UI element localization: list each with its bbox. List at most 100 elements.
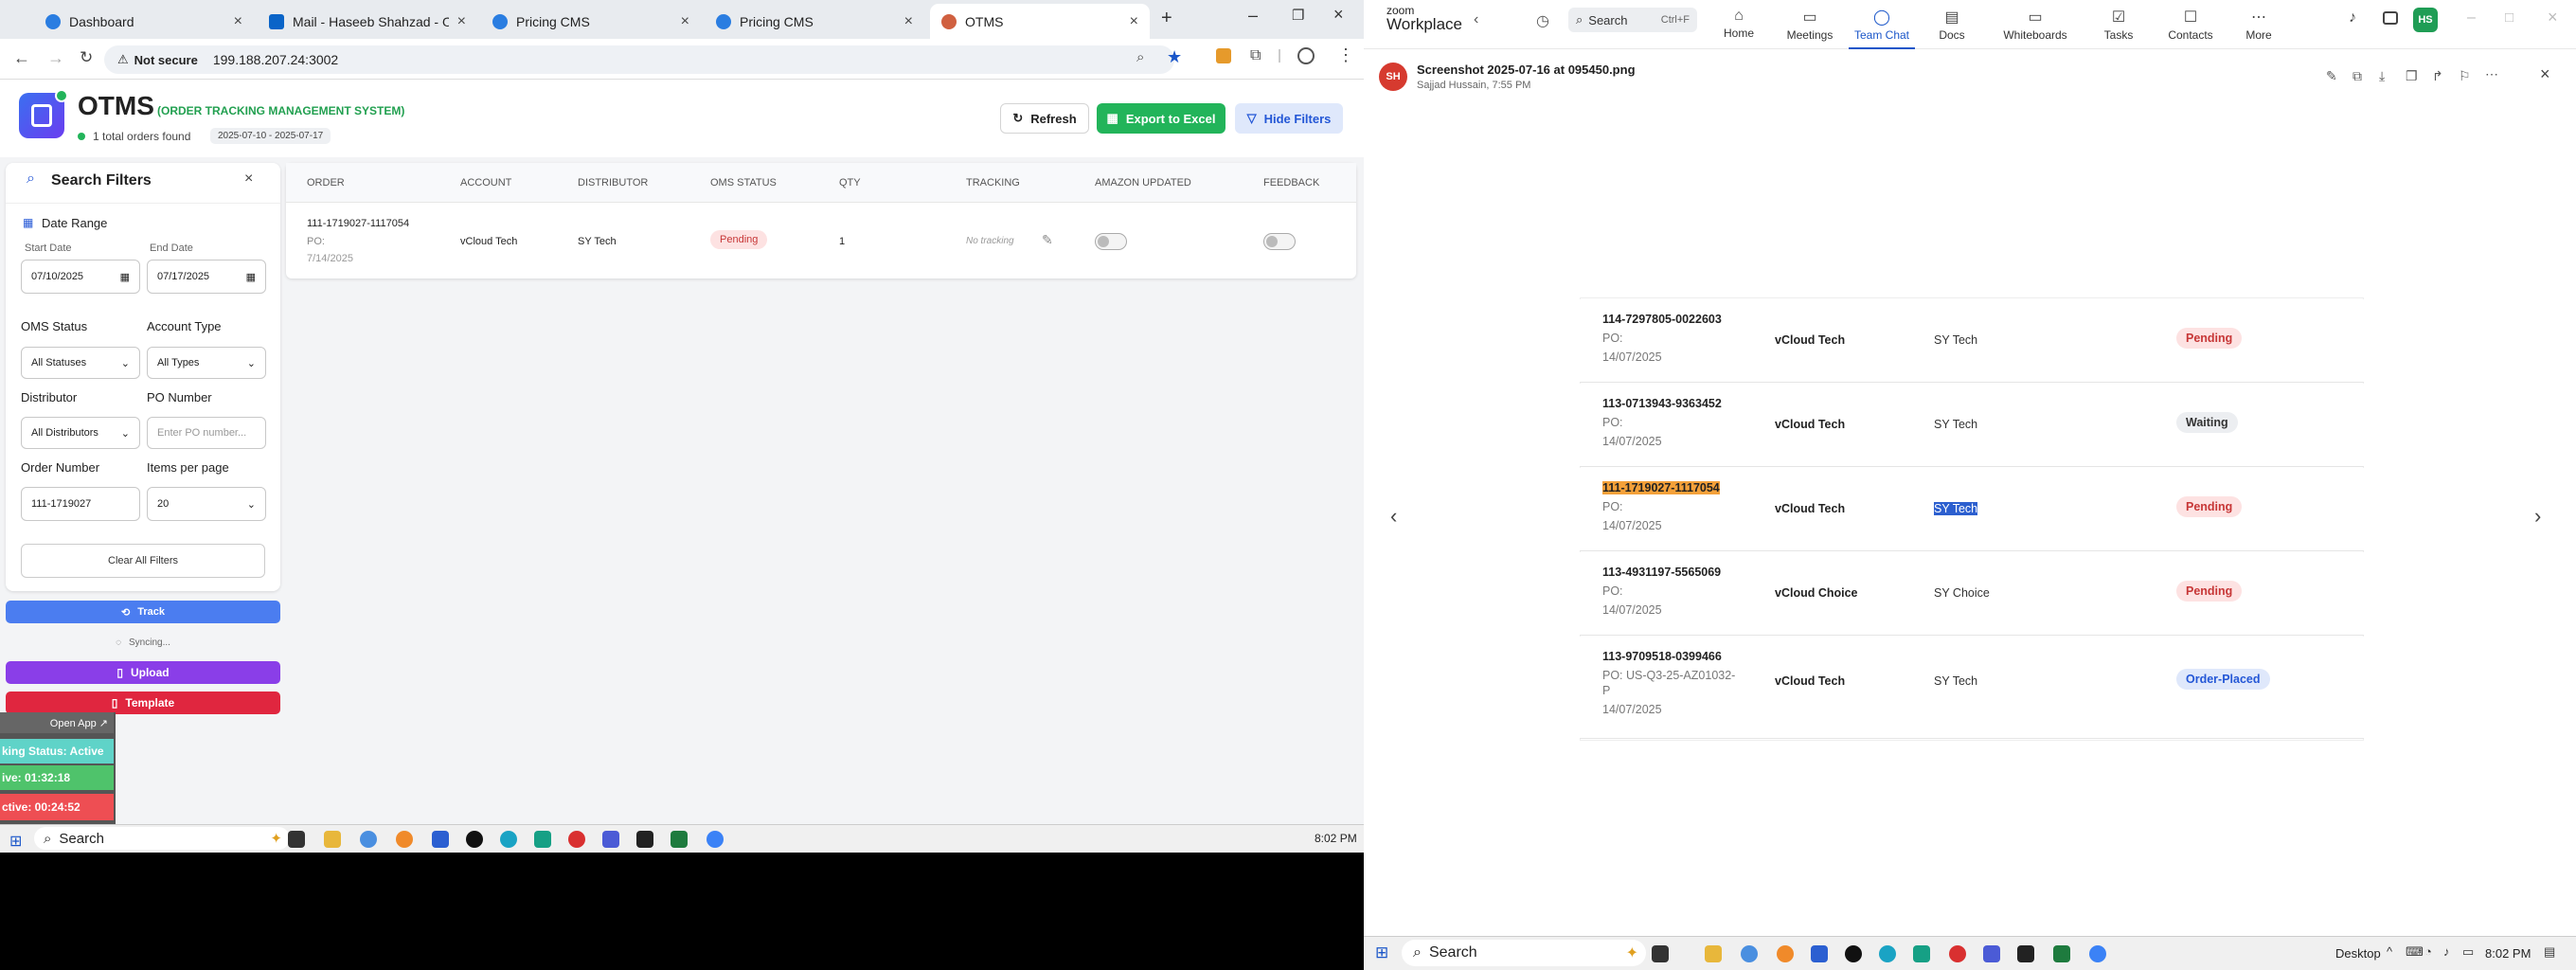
menu-kebab-icon[interactable]: ⋮ [1337,45,1354,65]
items-per-page-select[interactable]: 20 ⌄ [147,487,266,521]
template-button[interactable]: ▯ Template [6,692,280,714]
bell-icon[interactable]: ♪ [2349,9,2356,27]
close-tab-icon[interactable]: × [1130,13,1138,30]
media-icon[interactable] [1845,945,1862,962]
keyboard-icon[interactable]: ⌨ [2406,944,2424,960]
close-viewer-icon[interactable]: × [2540,64,2550,84]
bookmark-icon[interactable]: ⚐ [2459,68,2471,84]
account-type-select[interactable]: All Types ⌄ [147,347,266,379]
window-icon[interactable] [2383,11,2398,25]
file-explorer-icon[interactable] [324,831,341,848]
hide-filters-button[interactable]: ▽ Hide Filters [1235,103,1343,134]
chrome-icon[interactable] [2089,945,2106,962]
opera-icon[interactable] [568,831,585,848]
minimize-button[interactable]: – [2467,9,2476,27]
omnibox[interactable]: ⚠ Not secure 199.188.207.24:3002 [104,45,1174,74]
terminal-icon[interactable] [636,831,653,848]
tab-pricing-cms-1[interactable]: Pricing CMS × [481,4,701,39]
tab-pricing-cms-2[interactable]: Pricing CMS × [705,4,924,39]
windows-start-icon[interactable]: ⊞ [9,832,22,851]
export-excel-button[interactable]: ▦ Export to Excel [1097,103,1225,134]
media-icon[interactable] [466,831,483,848]
feedback-toggle[interactable] [1263,233,1296,250]
row-order-number[interactable]: 111-1719027-1117054 [307,218,409,229]
firefox-icon[interactable] [1777,945,1794,962]
firefox-icon[interactable] [396,831,413,848]
close-tab-icon[interactable]: × [904,13,913,30]
history-icon[interactable]: ◷ [1536,11,1549,30]
app-icon[interactable] [1913,945,1930,962]
battery-icon[interactable]: ▭ [2462,944,2474,960]
restore-button[interactable]: ❐ [1292,7,1304,24]
nav-more[interactable]: ⋯ More [2226,8,2292,42]
profile-icon[interactable] [1297,47,1315,64]
zoom-app-icon[interactable] [432,831,449,848]
zoom-search-icon[interactable]: ⌕ [1136,49,1144,65]
maximize-button[interactable]: □ [2505,9,2513,26]
chrome-icon[interactable] [360,831,377,848]
nav-team-chat[interactable]: ◯ Team Chat [1849,8,1915,49]
refresh-button[interactable]: ↻ Refresh [1000,103,1089,134]
edit-pencil-icon[interactable]: ✎ [1042,232,1053,248]
app-icon[interactable] [602,831,619,848]
chrome-icon[interactable] [1741,945,1758,962]
bookmark-star-icon[interactable]: ★ [1167,47,1182,67]
nav-home[interactable]: ⌂ Home [1706,8,1772,40]
avatar[interactable]: HS [2413,8,2438,32]
po-number-input[interactable]: Enter PO number... [147,417,266,449]
terminal-icon[interactable] [2017,945,2034,962]
distributor-select[interactable]: All Distributors ⌄ [21,417,140,449]
share-icon[interactable]: ↱ [2432,68,2443,84]
clear-filters-button[interactable]: Clear All Filters [21,544,265,578]
nav-tasks[interactable]: ☑ Tasks [2085,8,2152,42]
next-image-icon[interactable]: › [2534,504,2541,529]
close-window-button[interactable]: × [2548,8,2558,27]
back-icon[interactable]: ← [13,48,30,68]
start-date-field[interactable]: 07/10/2025 ▦ [21,260,140,294]
chevron-up-icon[interactable]: ^ [2387,944,2392,959]
reload-icon[interactable]: ↻ [80,48,93,67]
open-app-button[interactable]: Open App ↗ [0,712,114,733]
extensions-puzzle-icon[interactable]: ⧉ [1250,47,1261,64]
nav-contacts[interactable]: ☐ Contacts [2157,8,2224,42]
windows-start-icon[interactable]: ⊞ [1375,943,1388,962]
tab-otms[interactable]: OTMS × [930,4,1150,39]
task-view-icon[interactable] [288,831,305,848]
network-icon[interactable]: ◔ [2424,944,2432,959]
excel-icon[interactable] [2053,945,2070,962]
close-tab-icon[interactable]: × [681,13,689,30]
amazon-updated-toggle[interactable] [1095,233,1127,250]
app-icon[interactable] [1983,945,2000,962]
speaker-icon[interactable]: ♪ [2443,944,2450,959]
opera-icon[interactable] [1949,945,1966,962]
end-date-field[interactable]: 07/17/2025 ▦ [147,260,266,294]
tab-dashboard[interactable]: Dashboard × [34,4,254,39]
app-icon[interactable] [1879,945,1896,962]
track-button[interactable]: ⟲ Track [6,601,280,623]
close-tab-icon[interactable]: × [234,13,242,30]
taskbar-search[interactable]: ⌕ Search ✦ [34,827,290,850]
forward-icon[interactable]: → [47,48,64,68]
oms-status-select[interactable]: All Statuses ⌄ [21,347,140,379]
close-window-button[interactable]: × [1333,5,1344,25]
zoom-app-icon[interactable] [1811,945,1828,962]
annotate-icon[interactable]: ✎ [2326,68,2337,84]
back-chevron-icon[interactable]: ‹ [1474,11,1478,28]
task-view-icon[interactable] [1652,945,1669,962]
more-options-icon[interactable]: ⋯ [2485,66,2498,82]
chrome-icon[interactable] [707,831,724,848]
copy-icon[interactable]: ❐ [2406,68,2418,84]
excel-icon[interactable] [671,831,688,848]
close-filters-icon[interactable]: × [244,171,253,188]
order-number-input[interactable]: 111-1719027 [21,487,140,521]
file-explorer-icon[interactable] [1705,945,1722,962]
tab-mail[interactable]: Mail - Haseeb Shahzad - Outlo× [258,4,477,39]
open-external-icon[interactable]: ⧉ [2352,68,2362,84]
upload-button[interactable]: ▯ Upload [6,661,280,684]
close-tab-icon[interactable]: × [457,13,466,30]
notification-icon[interactable]: ▤ [2544,944,2555,960]
app-icon[interactable] [534,831,551,848]
desktop-label[interactable]: Desktop [2335,946,2381,961]
minimize-button[interactable]: – [1248,6,1258,26]
prev-image-icon[interactable]: ‹ [1390,504,1397,529]
